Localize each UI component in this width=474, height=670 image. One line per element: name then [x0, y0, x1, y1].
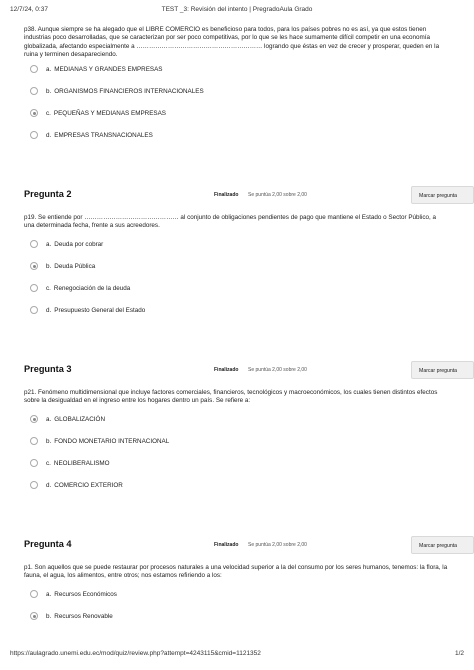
question-2-option-a[interactable]: a. Deuda por cobrar: [30, 233, 145, 255]
question-3-text: p21. Fenómeno multidimensional que inclu…: [24, 389, 438, 405]
radio-unchecked-icon[interactable]: [30, 240, 38, 248]
question-2-option-b[interactable]: b. Deuda Pública: [30, 255, 145, 277]
question-3-option-b[interactable]: b. FONDO MONETARIO INTERNACIONAL: [30, 430, 169, 452]
print-page-url: https://aulagrado.unemi.edu.ec/mod/quiz/…: [10, 650, 261, 657]
option-label: Presupuesto General del Estado: [54, 306, 146, 314]
question-3-options: a. GLOBALIZACIÓN b. FONDO MONETARIO INTERN…: [30, 408, 169, 496]
question-1-option-d[interactable]: d. EMPRESAS TRANSNACIONALES: [30, 124, 204, 146]
question-2-options: a. Deuda por cobrar b. Deuda Pública c. Ren…: [30, 233, 145, 321]
print-footer: https://aulagrado.unemi.edu.ec/mod/quiz/…: [10, 650, 464, 662]
radio-unchecked-icon[interactable]: [30, 481, 38, 489]
option-label: COMERCIO EXTERIOR: [54, 481, 123, 489]
print-page-title: TEST _3: Revisión del intento | Pregrado…: [161, 6, 313, 13]
question-4-number: Pregunta 4: [24, 539, 72, 549]
print-header: 12/7/24, 0:37 TEST _3: Revisión del inte…: [10, 6, 464, 18]
question-3-grade: Se puntúa 2,00 sobre 2,00: [248, 367, 307, 373]
question-2-flag-button[interactable]: Marcar pregunta: [411, 186, 474, 204]
radio-unchecked-icon[interactable]: [30, 459, 38, 467]
option-label: PEQUEÑAS Y MEDIANAS EMPRESAS: [53, 109, 167, 117]
print-page-number: 1/2: [454, 650, 464, 657]
option-label: GLOBALIZACIÓN: [54, 415, 106, 423]
option-label: Deuda por cobrar: [54, 240, 104, 248]
question-3-flag-button[interactable]: Marcar pregunta: [411, 361, 474, 379]
radio-checked-icon[interactable]: [30, 415, 38, 423]
question-2-option-c[interactable]: c. Renegociación de la deuda: [30, 277, 145, 299]
question-2-number: Pregunta 2: [24, 189, 72, 199]
question-4-option-a[interactable]: a. Recursos Económicos: [30, 583, 117, 605]
option-label: Recursos Renovable: [54, 612, 113, 620]
question-4-flag-button[interactable]: Marcar pregunta: [411, 536, 474, 554]
question-4-options: a. Recursos Económicos b. Recursos Renovab…: [30, 583, 117, 627]
option-label: Deuda Pública: [54, 262, 96, 270]
question-3-option-d[interactable]: d. COMERCIO EXTERIOR: [30, 474, 169, 496]
question-2-header: Pregunta 2 Finalizado Se puntúa 2,00 sob…: [24, 186, 474, 206]
question-4-text: p1. Son aquellos que se puede restaurar …: [24, 564, 448, 580]
radio-checked-icon[interactable]: [30, 109, 38, 117]
radio-checked-icon[interactable]: [30, 612, 38, 620]
question-3-state: Finalizado: [214, 367, 239, 373]
question-4-grade: Se puntúa 2,00 sobre 2,00: [248, 542, 307, 548]
question-4-header: Pregunta 4 Finalizado Se puntúa 2,00 sob…: [24, 536, 474, 556]
option-label: FONDO MONETARIO INTERNACIONAL: [54, 437, 170, 445]
question-3-header: Pregunta 3 Finalizado Se puntúa 2,00 sob…: [24, 361, 474, 381]
radio-unchecked-icon[interactable]: [30, 65, 38, 73]
radio-unchecked-icon[interactable]: [30, 87, 38, 95]
radio-unchecked-icon[interactable]: [30, 590, 38, 598]
question-3-option-c[interactable]: c. NEOLIBERALISMO: [30, 452, 169, 474]
question-2-text: p19. Se entiende por ……………………………………… al …: [24, 214, 436, 230]
radio-checked-icon[interactable]: [30, 262, 38, 270]
radio-unchecked-icon[interactable]: [30, 437, 38, 445]
question-2-state: Finalizado: [214, 192, 239, 198]
question-1-options: a. MEDIANAS Y GRANDES EMPRESAS b. ORGANISM…: [30, 58, 204, 146]
question-4-option-b[interactable]: b. Recursos Renovable: [30, 605, 117, 627]
question-3-option-a[interactable]: a. GLOBALIZACIÓN: [30, 408, 169, 430]
radio-unchecked-icon[interactable]: [30, 284, 38, 292]
radio-unchecked-icon[interactable]: [30, 131, 38, 139]
option-label: ORGANISMOS FINANCIEROS INTERNACIONALES: [54, 87, 204, 95]
question-1-option-c[interactable]: c. PEQUEÑAS Y MEDIANAS EMPRESAS: [30, 102, 204, 124]
option-label: NEOLIBERALISMO: [53, 459, 110, 467]
option-label: Renegociación de la deuda: [53, 284, 131, 292]
question-1-option-a[interactable]: a. MEDIANAS Y GRANDES EMPRESAS: [30, 58, 204, 80]
option-label: Recursos Económicos: [54, 590, 117, 598]
question-1-option-b[interactable]: b. ORGANISMOS FINANCIEROS INTERNACIONALES: [30, 80, 204, 102]
radio-unchecked-icon[interactable]: [30, 306, 38, 314]
question-2-grade: Se puntúa 2,00 sobre 2,00: [248, 192, 307, 198]
question-3-number: Pregunta 3: [24, 364, 72, 374]
option-label: MEDIANAS Y GRANDES EMPRESAS: [54, 65, 163, 73]
question-4-state: Finalizado: [214, 542, 239, 548]
question-2-option-d[interactable]: d. Presupuesto General del Estado: [30, 299, 145, 321]
question-1-text: p38. Aunque siempre se ha alegado que el…: [24, 26, 440, 59]
option-label: EMPRESAS TRANSNACIONALES: [54, 131, 153, 139]
